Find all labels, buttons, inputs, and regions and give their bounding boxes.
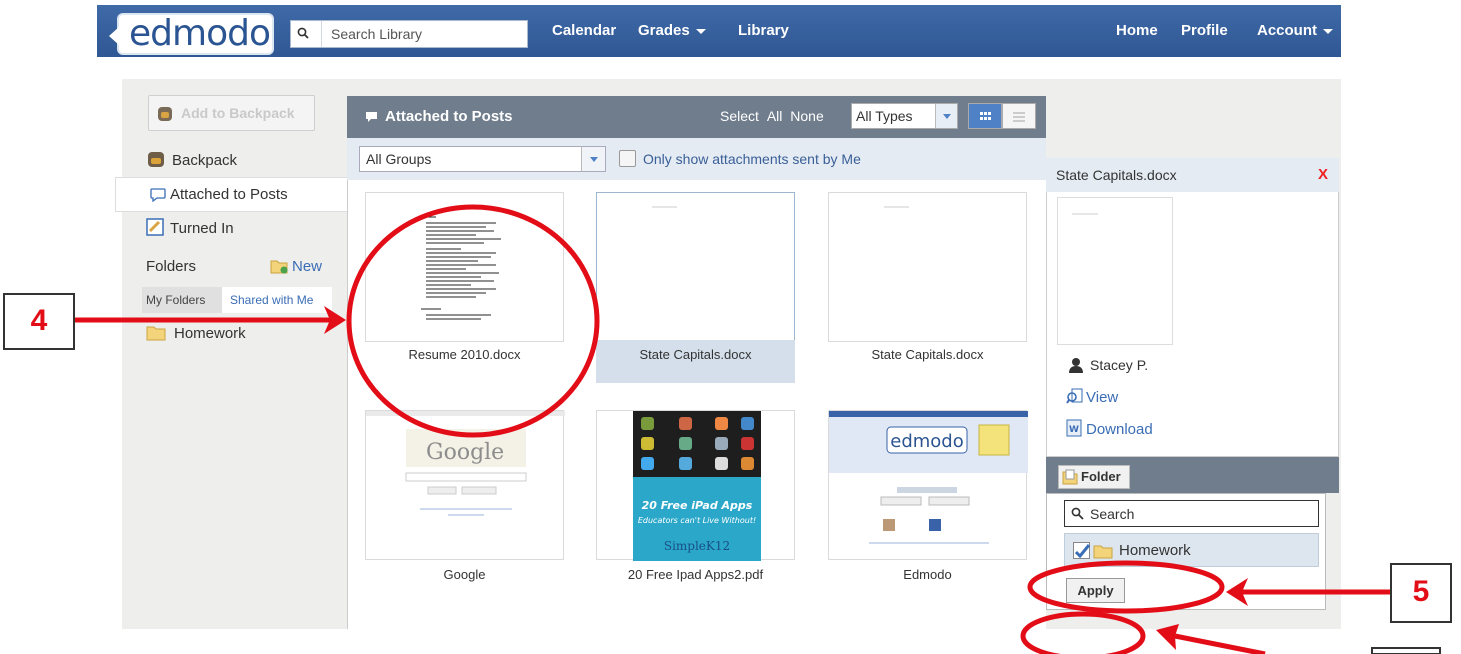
arrow-line [1174, 633, 1266, 654]
screen: edmodo Search Library Calendar Grades Li… [0, 0, 1461, 654]
highlight-circle [1027, 560, 1225, 614]
step-4-label: 4 [3, 293, 75, 350]
annotation-box-partial [1371, 647, 1441, 654]
highlight-circle [346, 204, 600, 438]
annotation-overlay [75, 204, 1441, 654]
highlight-circle [1020, 611, 1146, 654]
step-5-label: 5 [1390, 563, 1452, 623]
